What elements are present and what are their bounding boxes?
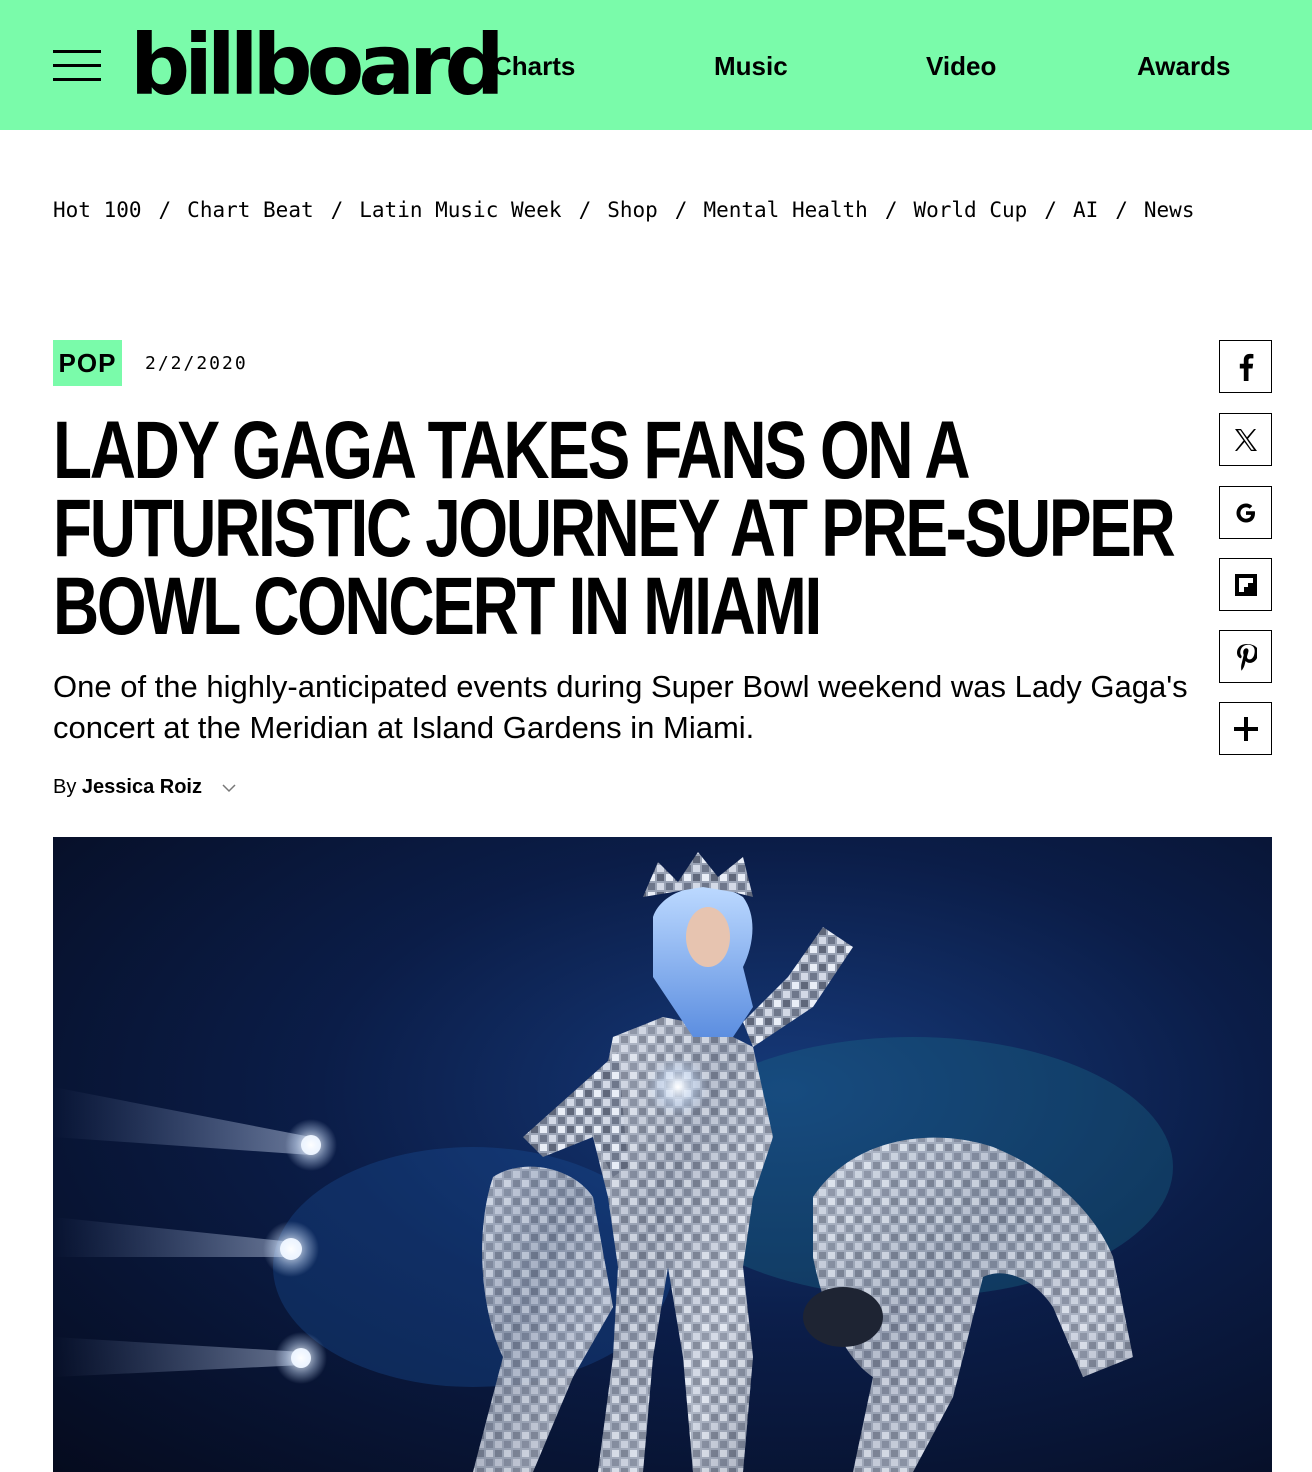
topic-link-hot-100[interactable]: Hot 100 (53, 198, 142, 222)
nav-awards[interactable]: Awards (1137, 48, 1230, 84)
share-x-button[interactable] (1219, 413, 1272, 466)
author-name[interactable]: Jessica Roiz (82, 776, 202, 798)
pinterest-icon (1236, 643, 1257, 671)
nav-music[interactable]: Music (714, 48, 788, 84)
site-header: billboard Charts Music Video Awards (0, 0, 1312, 130)
nav-charts[interactable]: Charts (493, 48, 575, 84)
article-deck: One of the highly-anticipated events dur… (53, 669, 1188, 745)
topic-link-ai[interactable]: AI (1073, 198, 1098, 222)
share-flipboard-button[interactable] (1219, 558, 1272, 611)
x-icon (1234, 428, 1257, 451)
topic-link-mental-health[interactable]: Mental Health (703, 198, 867, 222)
separator: / (1044, 198, 1057, 222)
concert-photo-illustration (53, 852, 1173, 1472)
article-headline: Lady Gaga Takes Fans On a Futuristic Jou… (53, 405, 1176, 652)
topic-link-world-cup[interactable]: World Cup (913, 198, 1027, 222)
share-more-button[interactable] (1219, 702, 1272, 755)
separator: / (330, 198, 344, 222)
nav-video[interactable]: Video (926, 48, 996, 84)
separator: / (674, 198, 688, 222)
menu-icon[interactable] (53, 50, 101, 82)
chevron-down-icon[interactable] (222, 776, 236, 802)
share-google-button[interactable] (1219, 486, 1272, 539)
topic-links: Hot 100 / Chart Beat / Latin Music Week / Shop… (53, 196, 1194, 224)
category-tag[interactable]: POP (53, 340, 122, 386)
topic-link-shop[interactable]: Shop (607, 198, 658, 222)
hero-photo (53, 837, 1272, 1472)
facebook-icon (1239, 353, 1253, 381)
separator: / (884, 198, 898, 222)
flipboard-icon (1234, 573, 1257, 596)
billboard-logo[interactable]: billboard (130, 20, 505, 110)
separator: / (1115, 198, 1128, 222)
topic-link-news[interactable]: News (1144, 198, 1195, 222)
plus-icon (1233, 716, 1258, 741)
separator: / (578, 198, 592, 222)
byline-prefix: By (53, 776, 77, 798)
topic-link-chart-beat[interactable]: Chart Beat (187, 198, 313, 222)
category-label: POP (58, 348, 117, 378)
share-pinterest-button[interactable] (1219, 630, 1272, 683)
topic-link-latin-music-week[interactable]: Latin Music Week (359, 198, 561, 222)
share-facebook-button[interactable] (1219, 340, 1272, 393)
separator: / (158, 198, 172, 222)
google-icon (1236, 503, 1255, 522)
publish-date: 2/2/2020 (145, 353, 248, 374)
byline: By Jessica Roiz (53, 774, 236, 802)
